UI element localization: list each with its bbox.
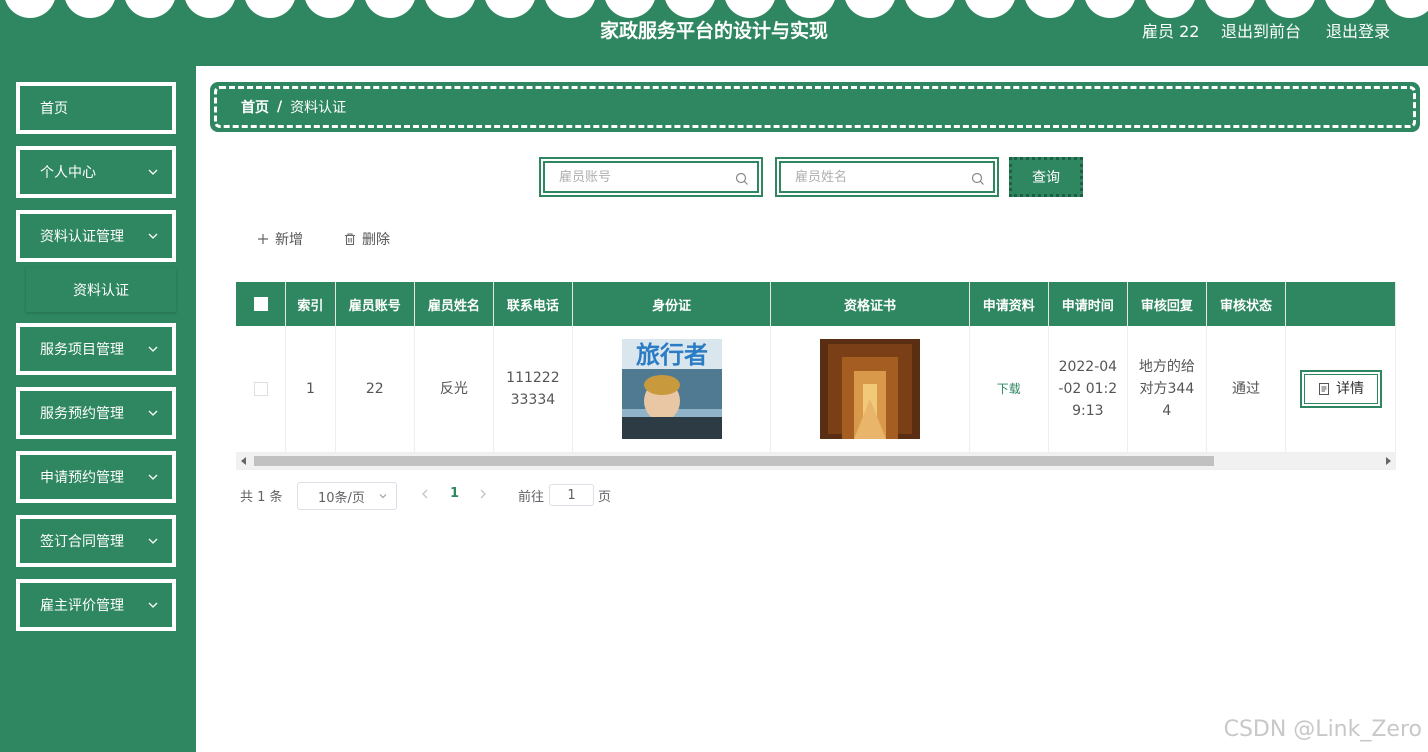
goto-label: 前往: [518, 490, 545, 505]
sidebar-item-certification-management[interactable]: 资料认证管理: [16, 210, 176, 262]
sidebar-item-home[interactable]: 首页: [16, 82, 176, 134]
chevron-down-icon: [148, 346, 158, 352]
page-unit-label: 页: [598, 490, 612, 505]
sidebar-item-contract-management[interactable]: 签订合同管理: [16, 515, 176, 567]
certificate-image[interactable]: [820, 338, 921, 439]
cell-reply: 地方的给对方3444: [1127, 326, 1207, 453]
app-title: 家政服务平台的设计与实现: [599, 20, 828, 42]
sidebar-item-service-project-management[interactable]: 服务项目管理: [16, 323, 176, 375]
sidebar-item-label: 个人中心: [40, 165, 96, 181]
chevron-down-icon: [148, 169, 158, 175]
watermark: CSDN @Link_Zero: [1223, 717, 1422, 742]
sidebar-item-label: 服务预约管理: [40, 406, 124, 422]
document-icon: [1319, 382, 1329, 395]
data-table: 索引 雇员账号 雇员姓名 联系电话 身份证 资格证书 申请资料 申请时间 审核回…: [236, 282, 1396, 470]
column-header-phone: 联系电话: [493, 282, 573, 326]
column-header-id-card: 身份证: [572, 282, 772, 326]
cell-id-card: 旅行者: [572, 326, 772, 453]
sidebar-item-personal-center[interactable]: 个人中心: [16, 146, 176, 198]
sidebar-item-label: 签订合同管理: [40, 534, 124, 550]
name-search-input[interactable]: [781, 163, 993, 191]
detail-button-label: 详情: [1336, 380, 1364, 397]
cell-index: 1: [285, 326, 336, 453]
query-button[interactable]: 查询: [1009, 157, 1083, 197]
cell-actions: 详情: [1285, 326, 1396, 453]
goto-page-input[interactable]: [549, 484, 594, 506]
download-link[interactable]: 下载: [997, 382, 1021, 396]
plus-icon: [258, 234, 268, 244]
cell-name: 反光: [414, 326, 494, 453]
select-all-checkbox[interactable]: [253, 297, 268, 311]
search-icon: [735, 172, 748, 185]
sidebar-item-label: 申请预约管理: [40, 470, 124, 486]
column-header-index: 索引: [285, 282, 336, 326]
breadcrumb: 首页 / 资料认证: [210, 82, 1420, 132]
row-checkbox[interactable]: [253, 381, 268, 396]
cell-apply-material: 下载: [969, 326, 1049, 453]
delete-button-label: 删除: [362, 232, 390, 248]
scrollbar-thumb[interactable]: [254, 456, 1214, 466]
column-header-certificate: 资格证书: [770, 282, 970, 326]
chevron-down-icon: [148, 410, 158, 416]
account-search-input[interactable]: [545, 163, 757, 191]
column-header-name: 雇员姓名: [414, 282, 494, 326]
chevron-down-icon: [379, 494, 387, 499]
chevron-down-icon: [148, 233, 158, 239]
column-header-status: 审核状态: [1206, 282, 1287, 326]
chevron-down-icon: [148, 538, 158, 544]
sidebar-item-apply-booking-management[interactable]: 申请预约管理: [16, 451, 176, 503]
scroll-right-arrow[interactable]: [1386, 457, 1391, 465]
current-user: 雇员 22: [1142, 22, 1200, 41]
page-size-select[interactable]: 10条/页: [297, 482, 397, 510]
table-horizontal-scrollbar[interactable]: [236, 453, 1396, 469]
account-search-box: [539, 157, 763, 197]
top-bar: 家政服务平台的设计与实现 雇员 22 退出到前台 退出登录: [0, 0, 1428, 66]
prev-page-icon[interactable]: [420, 488, 430, 500]
sidebar-item-service-booking-management[interactable]: 服务预约管理: [16, 387, 176, 439]
magazine-title: 旅行者: [636, 341, 708, 369]
exit-to-front-link[interactable]: 退出到前台: [1221, 18, 1301, 42]
detail-button[interactable]: 详情: [1300, 369, 1382, 408]
sidebar-item-employer-review-management[interactable]: 雇主评价管理: [16, 579, 176, 631]
page-size-value: 10条/页: [318, 490, 365, 506]
trash-icon: [345, 233, 355, 246]
breadcrumb-separator: /: [277, 99, 283, 115]
sidebar: 首页 个人中心 资料认证管理 资料认证 服务项目管理 服务预约管理 申请预约管理…: [0, 66, 196, 752]
cell-account: 22: [335, 326, 415, 453]
cell-status: 通过: [1206, 326, 1287, 453]
sidebar-subitem-certification[interactable]: 资料认证: [26, 268, 176, 312]
chevron-down-icon: [148, 474, 158, 480]
column-header-apply-material: 申请资料: [969, 282, 1049, 326]
cell-certificate: [770, 326, 970, 453]
delete-button[interactable]: 删除: [343, 228, 390, 250]
column-header-actions: [1285, 282, 1396, 326]
column-header-reply: 审核回复: [1127, 282, 1207, 326]
id-card-image[interactable]: 旅行者: [621, 338, 722, 439]
table-header-row: 索引 雇员账号 雇员姓名 联系电话 身份证 资格证书 申请资料 申请时间 审核回…: [236, 282, 1396, 326]
cell-phone: 11122233334: [493, 326, 573, 453]
name-search-box: [775, 157, 999, 197]
current-page-number[interactable]: 1: [450, 486, 459, 501]
search-icon: [971, 172, 984, 185]
breadcrumb-home[interactable]: 首页: [241, 97, 269, 117]
sidebar-item-label: 服务项目管理: [40, 342, 124, 358]
sidebar-item-label: 资料认证管理: [40, 229, 124, 245]
cell-apply-time: 2022-04-02 01:29:13: [1048, 326, 1128, 453]
add-button[interactable]: 新增: [256, 228, 303, 250]
sidebar-item-label: 雇主评价管理: [40, 598, 124, 614]
scroll-left-arrow[interactable]: [241, 457, 246, 465]
sidebar-item-label: 首页: [40, 101, 68, 117]
column-header-apply-time: 申请时间: [1048, 282, 1128, 326]
sidebar-subitem-label: 资料认证: [73, 283, 129, 299]
header-select-all[interactable]: [236, 282, 287, 326]
chevron-down-icon: [148, 602, 158, 608]
table-row: 1 22 反光 11122233334 旅行者 下载 2022-04-02 01…: [236, 326, 1396, 453]
add-button-label: 新增: [275, 232, 303, 248]
breadcrumb-current: 资料认证: [290, 100, 347, 116]
pagination-total: 共 1 条: [240, 490, 283, 505]
logout-link[interactable]: 退出登录: [1326, 18, 1390, 42]
next-page-icon[interactable]: [478, 488, 488, 500]
column-header-account: 雇员账号: [335, 282, 415, 326]
